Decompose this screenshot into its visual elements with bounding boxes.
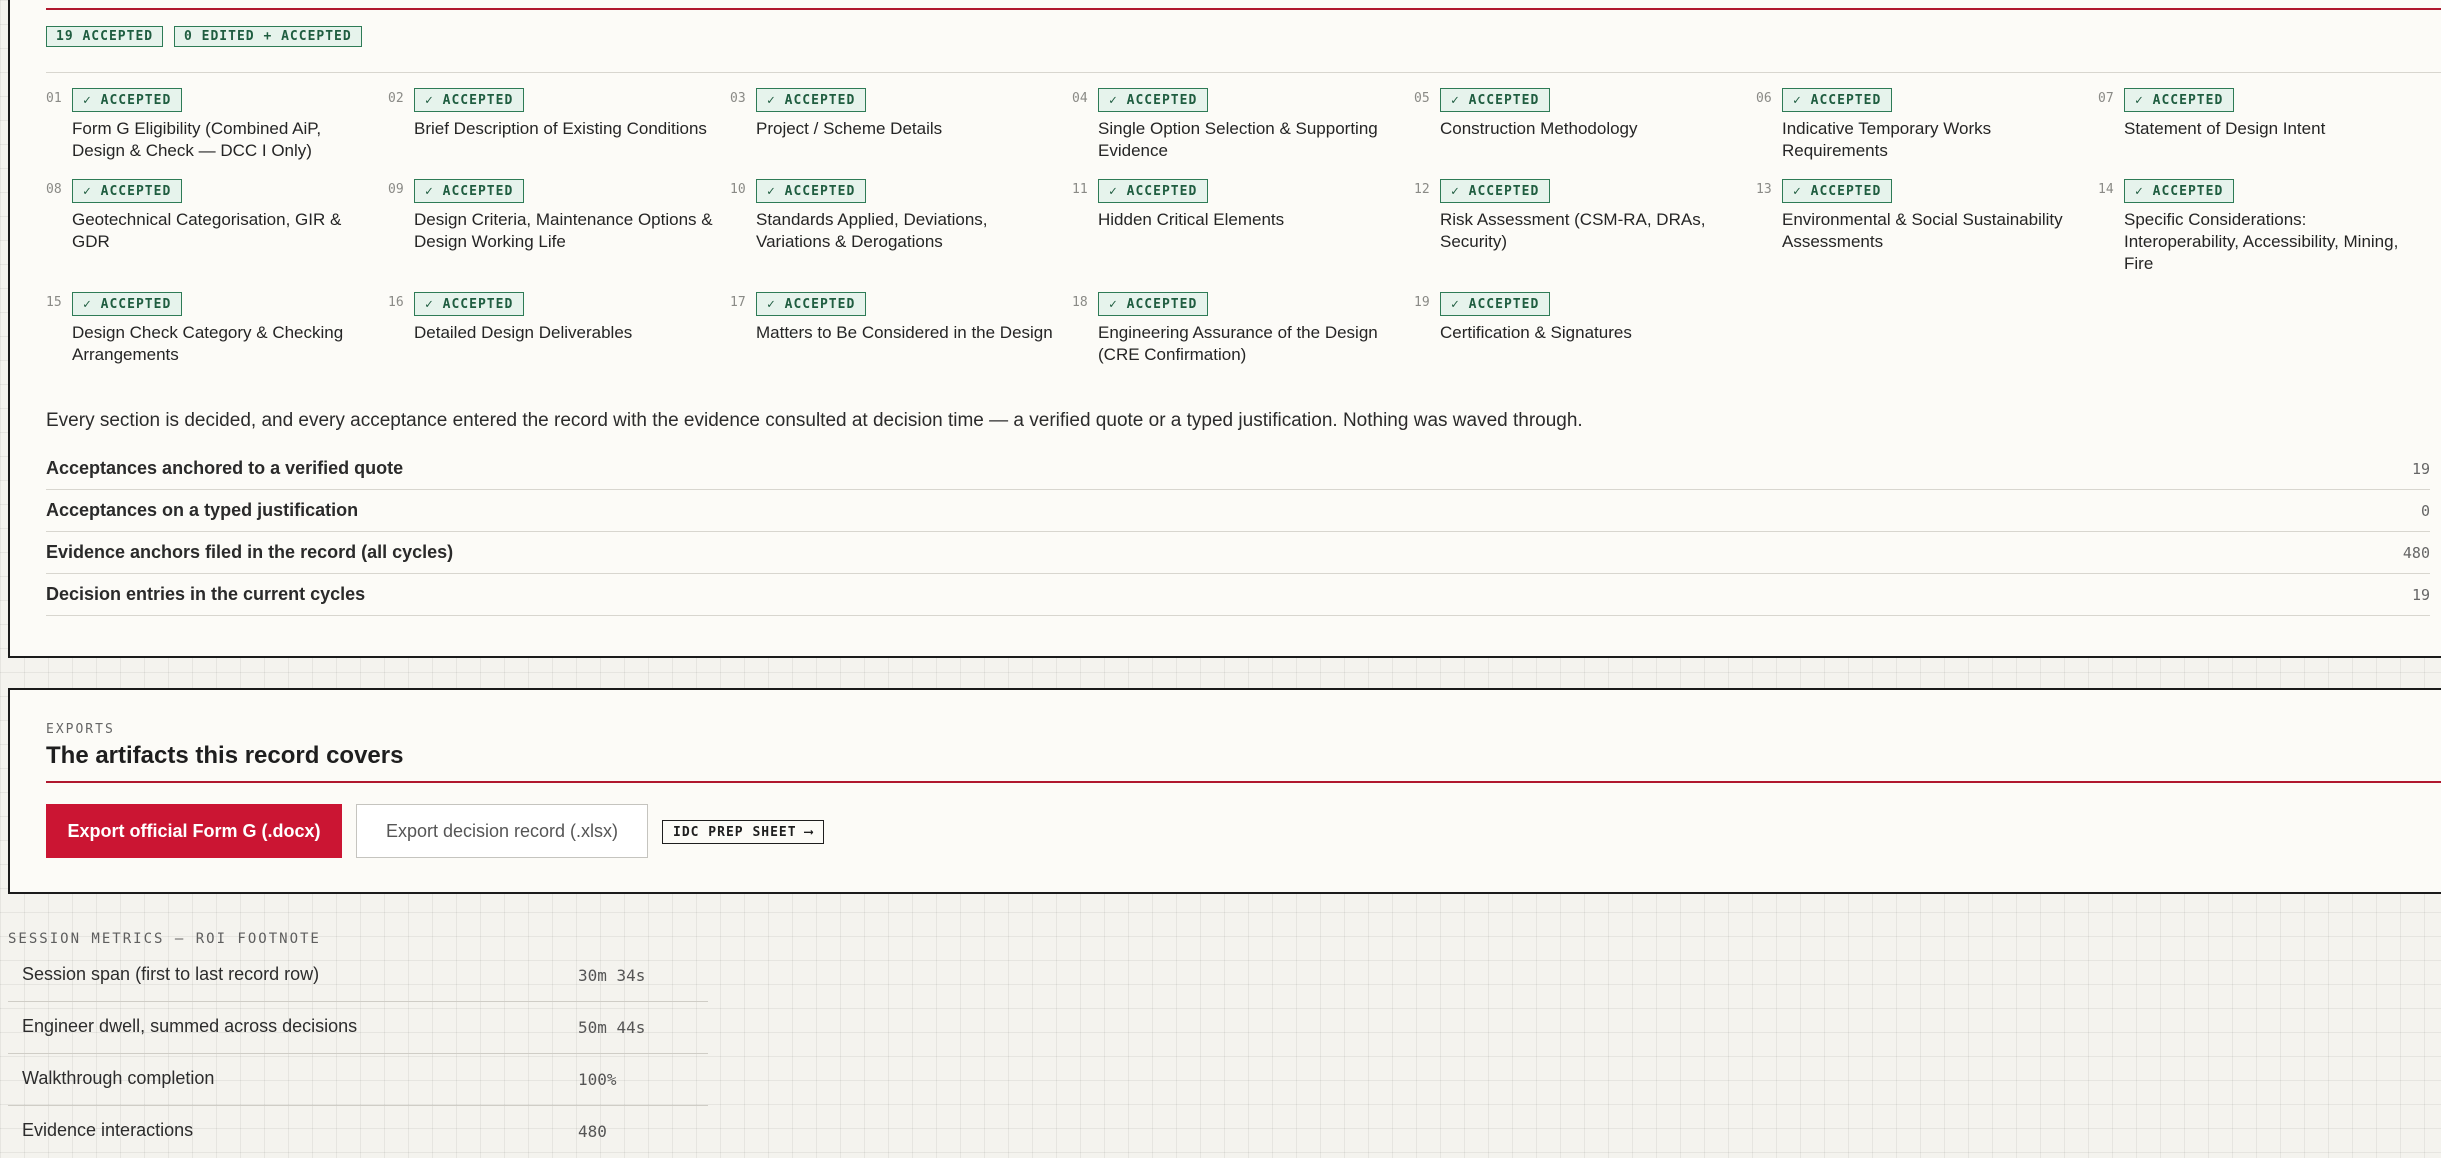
decisions-panel: 19 ACCEPTED 0 EDITED + ACCEPTED 01 ✓ ACCE… bbox=[8, 0, 2441, 658]
section-number: 12 bbox=[1414, 182, 1430, 197]
accepted-badge: ✓ ACCEPTED bbox=[414, 179, 525, 203]
section-title: Brief Description of Existing Conditions bbox=[414, 119, 707, 138]
exports-title: The artifacts this record covers bbox=[46, 742, 404, 769]
section-number: 02 bbox=[388, 91, 404, 106]
arrow-right-icon: ⟶ bbox=[804, 824, 814, 840]
roi-value: 50m 44s bbox=[578, 1018, 646, 1037]
section-number: 05 bbox=[1414, 91, 1430, 106]
accepted-badge: ✓ ACCEPTED bbox=[1782, 88, 1893, 112]
accepted-badge: ✓ ACCEPTED bbox=[1440, 292, 1551, 316]
section-title: Standards Applied, Deviations, Variation… bbox=[756, 210, 988, 251]
section-title: Matters to Be Considered in the Design bbox=[756, 323, 1053, 342]
metric-value: 19 bbox=[2411, 460, 2430, 478]
section-title: Statement of Design Intent bbox=[2124, 119, 2326, 138]
metric-label: Evidence anchors filed in the record (al… bbox=[46, 542, 454, 562]
roi-eyebrow: SESSION METRICS — ROI FOOTNOTE bbox=[8, 931, 321, 947]
accepted-badge: ✓ ACCEPTED bbox=[1098, 179, 1209, 203]
section-divider bbox=[46, 781, 2441, 783]
accepted-badge: ✓ ACCEPTED bbox=[1440, 179, 1551, 203]
metric-value: 19 bbox=[2411, 586, 2430, 604]
section-title: Single Option Selection & Supporting Evi… bbox=[1098, 119, 1378, 160]
roi-row: Session span (first to last record row) … bbox=[8, 950, 708, 1002]
summary-text: Every section is decided, and every acce… bbox=[46, 410, 1583, 431]
accepted-badge: ✓ ACCEPTED bbox=[72, 88, 183, 112]
metric-row: Decision entries in the current cycles 1… bbox=[46, 574, 2430, 616]
section-title: Detailed Design Deliverables bbox=[414, 323, 633, 342]
metric-value: 480 bbox=[2402, 544, 2430, 562]
section-title: Geotechnical Categorisation, GIR & GDR bbox=[72, 210, 342, 251]
metric-value: 0 bbox=[2420, 502, 2430, 520]
section-number: 17 bbox=[730, 295, 746, 310]
roi-value: 480 bbox=[578, 1122, 607, 1141]
section-number: 01 bbox=[46, 91, 62, 106]
accepted-badge: ✓ ACCEPTED bbox=[414, 88, 525, 112]
accepted-badge: ✓ ACCEPTED bbox=[1098, 88, 1209, 112]
accepted-badge: ✓ ACCEPTED bbox=[1440, 88, 1551, 112]
roi-value: 30m 34s bbox=[578, 966, 646, 985]
accepted-badge: ✓ ACCEPTED bbox=[1098, 292, 1209, 316]
section-title: Environmental & Social Sustainability As… bbox=[1782, 210, 2063, 251]
metric-label: Acceptances on a typed justification bbox=[46, 500, 359, 520]
accepted-badge: ✓ ACCEPTED bbox=[414, 292, 525, 316]
section-divider bbox=[46, 8, 2441, 10]
section-title: Indicative Temporary Works Requirements bbox=[1782, 119, 1992, 160]
accepted-badge: ✓ ACCEPTED bbox=[756, 88, 867, 112]
metric-row: Evidence anchors filed in the record (al… bbox=[46, 532, 2430, 574]
metric-label: Acceptances anchored to a verified quote bbox=[46, 458, 404, 478]
metric-label: Decision entries in the current cycles bbox=[46, 584, 366, 604]
idc-prep-sheet-label: IDC PREP SHEET bbox=[673, 824, 797, 840]
accepted-badge: ✓ ACCEPTED bbox=[756, 292, 867, 316]
roi-label: Evidence interactions bbox=[22, 1120, 194, 1140]
section-number: 06 bbox=[1756, 91, 1772, 106]
section-number: 10 bbox=[730, 182, 746, 197]
roi-label: Session span (first to last record row) bbox=[22, 964, 320, 984]
accepted-badge: ✓ ACCEPTED bbox=[72, 179, 183, 203]
accepted-badge: ✓ ACCEPTED bbox=[2124, 88, 2235, 112]
section-number: 15 bbox=[46, 295, 62, 310]
section-number: 18 bbox=[1072, 295, 1088, 310]
section-number: 04 bbox=[1072, 91, 1088, 106]
section-title: Construction Methodology bbox=[1440, 119, 1638, 138]
section-number: 14 bbox=[2098, 182, 2114, 197]
exports-panel: EXPORTS The artifacts this record covers… bbox=[8, 688, 2441, 894]
roi-label: Engineer dwell, summed across decisions bbox=[22, 1016, 358, 1036]
idc-prep-sheet-link[interactable]: IDC PREP SHEET ⟶ bbox=[662, 820, 825, 844]
section-number: 08 bbox=[46, 182, 62, 197]
section-number: 19 bbox=[1414, 295, 1430, 310]
accepted-badge: ✓ ACCEPTED bbox=[756, 179, 867, 203]
accepted-badge: ✓ ACCEPTED bbox=[2124, 179, 2235, 203]
metric-row: Acceptances anchored to a verified quote… bbox=[46, 448, 2430, 490]
accepted-badge: ✓ ACCEPTED bbox=[72, 292, 183, 316]
metric-row: Acceptances on a typed justification 0 bbox=[46, 490, 2430, 532]
divider bbox=[46, 72, 2441, 73]
section-title: Engineering Assurance of the Design (CRE… bbox=[1098, 323, 1378, 364]
export-decision-record-button[interactable]: Export decision record (.xlsx) bbox=[356, 804, 648, 858]
section-number: 07 bbox=[2098, 91, 2114, 106]
section-title: Certification & Signatures bbox=[1440, 323, 1632, 342]
exports-eyebrow: EXPORTS bbox=[46, 722, 115, 737]
section-title: Form G Eligibility (Combined AiP, Design… bbox=[72, 119, 322, 160]
edited-count-badge: 0 EDITED + ACCEPTED bbox=[174, 26, 362, 47]
section-number: 16 bbox=[388, 295, 404, 310]
section-number: 11 bbox=[1072, 182, 1088, 197]
roi-row: Engineer dwell, summed across decisions … bbox=[8, 1002, 708, 1054]
roi-row: Walkthrough completion 100% bbox=[8, 1054, 708, 1106]
section-title: Design Check Category & Checking Arrange… bbox=[72, 323, 344, 364]
section-number: 03 bbox=[730, 91, 746, 106]
section-title: Specific Considerations: Interoperabilit… bbox=[2124, 210, 2399, 273]
section-title: Risk Assessment (CSM-RA, DRAs, Security) bbox=[1440, 210, 1706, 251]
roi-value: 100% bbox=[578, 1070, 617, 1089]
export-form-g-button[interactable]: Export official Form G (.docx) bbox=[46, 804, 342, 858]
section-title: Hidden Critical Elements bbox=[1098, 210, 1285, 229]
section-title: Project / Scheme Details bbox=[756, 119, 943, 138]
roi-row: Evidence interactions 480 bbox=[8, 1106, 708, 1158]
section-number: 09 bbox=[388, 182, 404, 197]
accepted-count-badge: 19 ACCEPTED bbox=[46, 26, 164, 47]
section-title: Design Criteria, Maintenance Options & D… bbox=[414, 210, 713, 251]
roi-label: Walkthrough completion bbox=[22, 1068, 215, 1088]
accepted-badge: ✓ ACCEPTED bbox=[1782, 179, 1893, 203]
section-number: 13 bbox=[1756, 182, 1772, 197]
